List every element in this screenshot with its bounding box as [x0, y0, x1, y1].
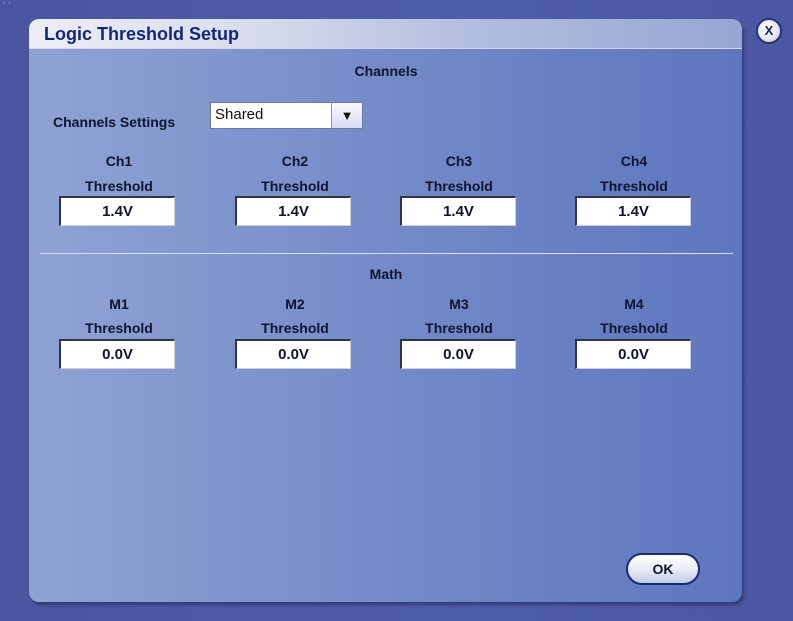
channel-1-threshold-input[interactable]: 1.4V: [59, 196, 175, 226]
logic-threshold-dialog: Logic Threshold Setup Channels Channels …: [29, 19, 742, 602]
channels-settings-label: Channels Settings: [53, 114, 176, 130]
channel-2-threshold-input[interactable]: 1.4V: [235, 196, 351, 226]
channel-2-label: Ch2: [281, 153, 309, 169]
math-2-threshold-input[interactable]: 0.0V: [235, 339, 351, 369]
dialog-title: Logic Threshold Setup: [44, 24, 240, 44]
channel-3-label: Ch3: [445, 153, 473, 169]
math-3-label: M3: [449, 296, 469, 312]
math-2-label: M2: [285, 296, 305, 312]
resize-grip-icon: ⠁⠁: [2, 1, 14, 11]
channels-settings-dropdown[interactable]: Shared ▼: [210, 102, 363, 129]
channel-2-threshold-label: Threshold: [261, 178, 329, 194]
channel-4-threshold-label: Threshold: [600, 178, 668, 194]
channels-settings-value: Shared: [215, 106, 264, 123]
channel-4-threshold-input[interactable]: 1.4V: [575, 196, 691, 226]
section-divider: [40, 253, 733, 254]
close-icon: X: [764, 23, 774, 38]
math-1-threshold-label: Threshold: [85, 320, 153, 336]
title-bar: Logic Threshold Setup: [29, 19, 742, 49]
math-section-title: Math: [369, 266, 403, 282]
math-4-label: M4: [624, 296, 644, 312]
close-button[interactable]: X: [756, 18, 782, 44]
channel-3-threshold-label: Threshold: [425, 178, 493, 194]
channel-1-threshold-label: Threshold: [85, 178, 153, 194]
math-1-label: M1: [109, 296, 129, 312]
math-2-threshold-label: Threshold: [261, 320, 329, 336]
channel-4-label: Ch4: [620, 153, 648, 169]
math-3-threshold-input[interactable]: 0.0V: [400, 339, 516, 369]
ok-button[interactable]: OK: [626, 553, 700, 585]
channel-1-label: Ch1: [105, 153, 133, 169]
math-4-threshold-label: Threshold: [600, 320, 668, 336]
channels-section-title: Channels: [354, 63, 418, 79]
math-3-threshold-label: Threshold: [425, 320, 493, 336]
math-1-threshold-input[interactable]: 0.0V: [59, 339, 175, 369]
channel-3-threshold-input[interactable]: 1.4V: [400, 196, 516, 226]
chevron-down-icon[interactable]: ▼: [331, 103, 362, 128]
math-4-threshold-input[interactable]: 0.0V: [575, 339, 691, 369]
